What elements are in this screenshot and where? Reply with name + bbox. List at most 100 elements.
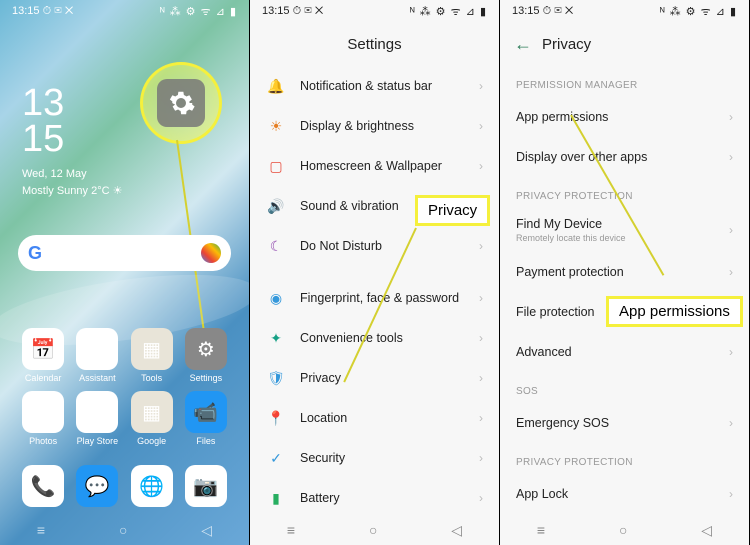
app-label: Settings: [190, 373, 223, 383]
row-icon: ✦: [266, 328, 286, 348]
app-icon: ▶: [76, 391, 118, 433]
app-play store[interactable]: ▶ Play Store: [72, 391, 122, 446]
settings-row-battery[interactable]: ▮Battery›: [250, 478, 499, 515]
nav-recent-icon[interactable]: ≡: [37, 522, 45, 538]
status-bar: 13:15 ⏱ ✉ ✕ ᴺ ⁂ ⚙ ᯤ ⊿ ▮: [500, 0, 749, 22]
clock-widget[interactable]: 1315: [22, 85, 64, 157]
settings-row-homescreen-wallpaper[interactable]: ▢Homescreen & Wallpaper›: [250, 146, 499, 186]
nav-bar: ≡ ○ ◁: [500, 515, 749, 545]
chevron-right-icon: ›: [479, 291, 483, 305]
app-calendar[interactable]: 📅Calendar: [18, 328, 68, 383]
callout-privacy: Privacy: [415, 195, 490, 226]
chevron-right-icon: ›: [479, 331, 483, 345]
app-google[interactable]: ▦Google: [127, 391, 177, 446]
app-icon: 📞: [22, 465, 64, 507]
row-label: Homescreen & Wallpaper: [300, 159, 442, 173]
nav-bar: ≡ ○ ◁: [0, 515, 249, 545]
app-label: Calendar: [25, 373, 62, 383]
page-title: Settings: [347, 36, 401, 53]
row-label: App permissions: [516, 110, 608, 124]
row-label: File protection: [516, 305, 595, 319]
settings-row-notification-status-bar[interactable]: 🔔Notification & status bar›: [250, 66, 499, 106]
nav-home-icon[interactable]: ○: [369, 522, 377, 538]
row-label: Convenience tools: [300, 331, 403, 345]
app-label: Assistant: [79, 373, 116, 383]
settings-screen: 13:15 ⏱ ✉ ✕ ᴺ ⁂ ⚙ ᯤ ⊿ ▮ Settings 🔔Notifi…: [250, 0, 500, 545]
app-tools[interactable]: ▦Tools: [127, 328, 177, 383]
settings-row-display-brightness[interactable]: ☀Display & brightness›: [250, 106, 499, 146]
settings-icon-highlight[interactable]: [140, 62, 222, 144]
nav-home-icon[interactable]: ○: [619, 522, 627, 538]
row-label: Notification & status bar: [300, 79, 432, 93]
settings-row-convenience-tools[interactable]: ✦ Convenience tools ›: [250, 318, 499, 358]
page-title: Privacy: [542, 36, 591, 53]
row-label: App Lock: [516, 487, 568, 501]
row-icon: ☀: [266, 116, 286, 136]
app-photos[interactable]: ✿Photos: [18, 391, 68, 446]
row-label: Privacy: [300, 371, 341, 385]
app-settings[interactable]: ⚙Settings: [181, 328, 231, 383]
row-label: Sound & vibration: [300, 199, 399, 213]
row-icon: 🛡: [266, 368, 286, 388]
app-icon: 🌐: [131, 465, 173, 507]
app-files[interactable]: 📹Files: [181, 391, 231, 446]
settings-row-location[interactable]: 📍Location›: [250, 398, 499, 438]
app-icon: ◉: [76, 328, 118, 370]
app-label: Play Store: [77, 436, 119, 446]
back-arrow-icon[interactable]: ←: [514, 34, 532, 55]
row-label: Advanced: [516, 345, 572, 359]
privacy-row-emergency-sos[interactable]: Emergency SOS›: [500, 403, 749, 443]
settings-row-do-not-disturb[interactable]: ☾Do Not Disturb›: [250, 226, 499, 266]
nav-home-icon[interactable]: ○: [119, 522, 127, 538]
status-bar: 13:15 ⏱ ✉ ✕ ᴺ ⁂ ⚙ ᯤ ⊿ ▮: [0, 0, 249, 22]
privacy-row-find-my-device[interactable]: Find My DeviceRemotely locate this devic…: [500, 208, 749, 252]
weather-label[interactable]: Mostly Sunny 2°C ☀: [22, 184, 122, 197]
dock-app[interactable]: 📞: [18, 465, 68, 507]
row-label: Payment protection: [516, 265, 624, 279]
mic-icon[interactable]: [201, 243, 221, 263]
privacy-screen: 13:15 ⏱ ✉ ✕ ᴺ ⁂ ⚙ ᯤ ⊿ ▮ ← Privacy PERMIS…: [500, 0, 750, 545]
dock: 📞💬🌐📷: [18, 465, 231, 507]
chevron-right-icon: ›: [729, 416, 733, 430]
row-subtext: Remotely locate this device: [516, 233, 626, 243]
nav-back-icon[interactable]: ◁: [201, 522, 212, 539]
section-header: PRIVACY PROTECTION: [500, 443, 749, 474]
chevron-right-icon: ›: [479, 411, 483, 425]
chevron-right-icon: ›: [729, 345, 733, 359]
app-assistant[interactable]: ◉ Assistant: [72, 328, 122, 383]
privacy-list[interactable]: PERMISSION MANAGERApp permissions›Displa…: [500, 66, 749, 515]
privacy-row-display-over-other-apps[interactable]: Display over other apps ›: [500, 137, 749, 177]
dock-app[interactable]: 📷: [181, 465, 231, 507]
chevron-right-icon: ›: [729, 150, 733, 164]
status-bar: 13:15 ⏱ ✉ ✕ ᴺ ⁂ ⚙ ᯤ ⊿ ▮: [250, 0, 499, 22]
chevron-right-icon: ›: [479, 79, 483, 93]
nav-recent-icon[interactable]: ≡: [537, 522, 545, 538]
row-icon: 🔊: [266, 196, 286, 216]
row-icon: ◉: [266, 288, 286, 308]
privacy-row-payment-protection[interactable]: Payment protection›: [500, 252, 749, 292]
privacy-row-advanced[interactable]: Advanced ›: [500, 332, 749, 372]
dock-app[interactable]: 💬: [72, 465, 122, 507]
settings-row-privacy[interactable]: 🛡Privacy›: [250, 358, 499, 398]
row-icon: ✓: [266, 448, 286, 468]
chevron-right-icon: ›: [729, 487, 733, 501]
dock-app[interactable]: 🌐: [127, 465, 177, 507]
nav-back-icon[interactable]: ◁: [701, 522, 712, 539]
row-label: Display & brightness: [300, 119, 414, 133]
settings-list[interactable]: 🔔Notification & status bar›☀Display & br…: [250, 66, 499, 515]
row-label: Security: [300, 451, 345, 465]
privacy-row-app-lock[interactable]: App Lock ›: [500, 474, 749, 514]
nav-recent-icon[interactable]: ≡: [287, 522, 295, 538]
section-header: SOS: [500, 372, 749, 403]
nav-back-icon[interactable]: ◁: [451, 522, 462, 539]
settings-header: Settings: [250, 22, 499, 66]
row-icon: ▢: [266, 156, 286, 176]
row-label: Battery: [300, 491, 340, 505]
row-icon: ▮: [266, 488, 286, 508]
row-icon: ☾: [266, 236, 286, 256]
settings-row-security[interactable]: ✓Security›: [250, 438, 499, 478]
app-icon: ▦: [131, 328, 173, 370]
google-search-bar[interactable]: G: [18, 235, 231, 271]
privacy-row-app-permissions[interactable]: App permissions›: [500, 97, 749, 137]
row-label: Display over other apps: [516, 150, 647, 164]
